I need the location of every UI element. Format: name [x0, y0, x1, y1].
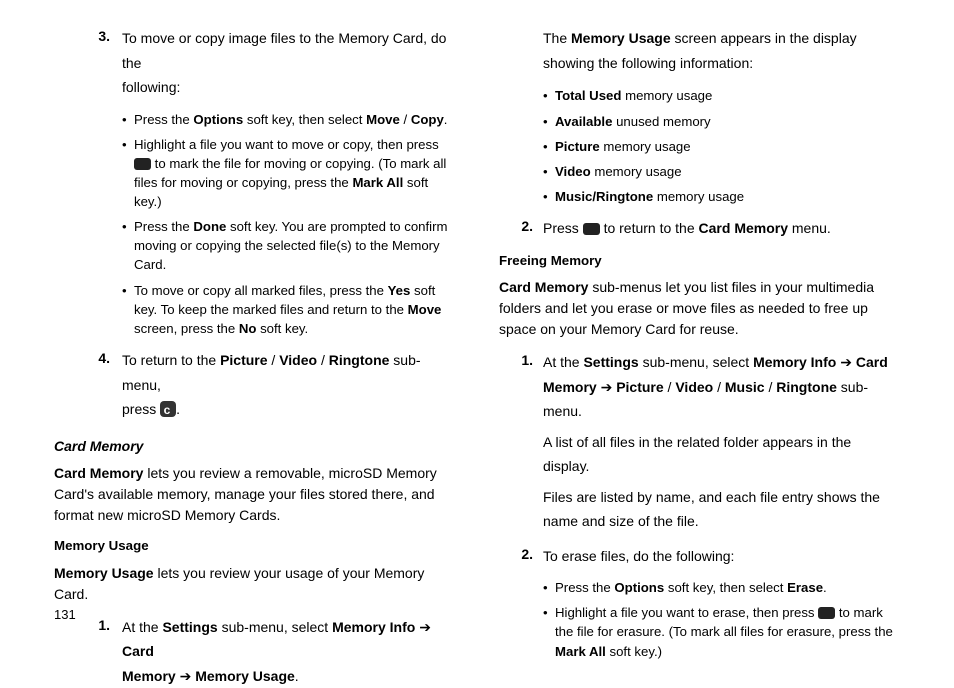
ok-key-icon	[818, 607, 835, 619]
right-column: The Memory Usage screen appears in the d…	[499, 26, 900, 626]
paragraph: Card Memory sub-menus let you list files…	[499, 277, 900, 340]
r-step-2: 2. Press to return to the Card Memory me…	[499, 216, 900, 241]
heading-card-memory: Card Memory	[54, 436, 455, 458]
step-body: At the Settings sub-menu, select Memory …	[122, 615, 455, 688]
text: Press the Options soft key, then select …	[134, 110, 455, 129]
bullet-icon: •	[543, 112, 555, 131]
ok-key-icon	[583, 223, 600, 235]
page-number: 131	[54, 607, 76, 622]
bullet-icon: •	[543, 187, 555, 206]
left-column: 3. To move or copy image files to the Me…	[54, 26, 455, 626]
bullet-icon: •	[122, 217, 134, 274]
step-number: 4.	[82, 348, 122, 422]
bullet-icon: •	[122, 135, 134, 212]
heading-freeing-memory: Freeing Memory	[499, 251, 900, 272]
list-item: •Music/Ringtone memory usage	[543, 187, 900, 206]
list-item: • Highlight a file you want to move or c…	[122, 135, 455, 212]
paragraph: Memory Usage lets you review your usage …	[54, 563, 455, 605]
list-item: • Highlight a file you want to erase, th…	[543, 603, 900, 660]
text: Press the Options soft key, then select …	[555, 578, 900, 597]
f-step-1: 1. At the Settings sub-menu, select Memo…	[499, 350, 900, 534]
step-body: To erase files, do the following:	[543, 544, 900, 569]
list-item: • Press the Done soft key. You are promp…	[122, 217, 455, 274]
ok-key-icon	[134, 158, 151, 170]
list-item: •Video memory usage	[543, 162, 900, 181]
manual-page: 3. To move or copy image files to the Me…	[0, 0, 954, 636]
bullet-icon: •	[543, 603, 555, 660]
list-item: • To move or copy all marked files, pres…	[122, 281, 455, 338]
f-step-2: 2. To erase files, do the following:	[499, 544, 900, 569]
text: To move or copy all marked files, press …	[134, 281, 455, 338]
heading-memory-usage: Memory Usage	[54, 536, 455, 557]
step-3: 3. To move or copy image files to the Me…	[82, 26, 455, 100]
list-item: •Picture memory usage	[543, 137, 900, 156]
text: To move or copy image files to the Memor…	[122, 30, 446, 71]
step-number: 2.	[499, 544, 543, 569]
list-item: •Available unused memory	[543, 112, 900, 131]
bullet-icon: •	[543, 578, 555, 597]
clear-key-icon	[160, 401, 176, 417]
list-item: •Total Used memory usage	[543, 86, 900, 105]
bullet-icon: •	[543, 137, 555, 156]
bullet-icon: •	[543, 162, 555, 181]
step-number: 2.	[499, 216, 543, 241]
step-4: 4. To return to the Picture / Video / Ri…	[82, 348, 455, 422]
mu-step-1: 1. At the Settings sub-menu, select Memo…	[82, 615, 455, 688]
text: Highlight a file you want to move or cop…	[134, 135, 455, 212]
text: Press the Done soft key. You are prompte…	[134, 217, 455, 274]
text: Highlight a file you want to erase, then…	[555, 603, 900, 660]
step-number: 3.	[82, 26, 122, 100]
list-item: • Press the Options soft key, then selec…	[122, 110, 455, 129]
step-body: To return to the Picture / Video / Ringt…	[122, 348, 455, 422]
text: following:	[122, 79, 180, 95]
step-body: Press to return to the Card Memory menu.	[543, 216, 900, 241]
list-item: • Press the Options soft key, then selec…	[543, 578, 900, 597]
bullet-icon: •	[543, 86, 555, 105]
paragraph: The Memory Usage screen appears in the d…	[543, 26, 900, 76]
step-body: At the Settings sub-menu, select Memory …	[543, 350, 900, 534]
step-number: 1.	[499, 350, 543, 534]
step-body: To move or copy image files to the Memor…	[122, 26, 455, 100]
bullet-icon: •	[122, 110, 134, 129]
paragraph: Card Memory lets you review a removable,…	[54, 463, 455, 526]
step-number: 1.	[82, 615, 122, 688]
bullet-icon: •	[122, 281, 134, 338]
